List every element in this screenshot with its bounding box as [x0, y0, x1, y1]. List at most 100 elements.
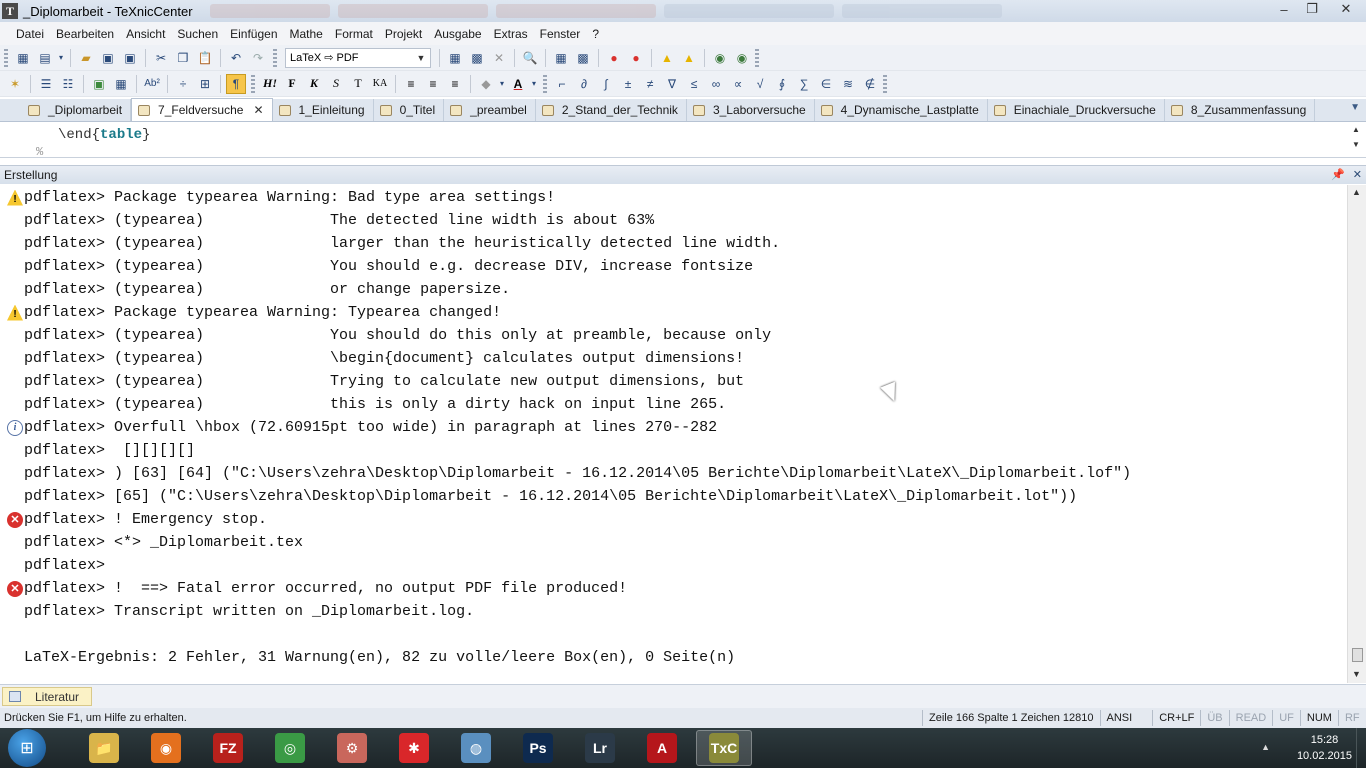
output-line[interactable]: ✕ pdflatex> ! Emergency stop. — [0, 508, 267, 531]
output-line[interactable]: pdflatex> (typearea) The detected line w… — [0, 209, 654, 232]
taskbar-app-chrome[interactable]: ◎ — [262, 730, 318, 766]
previous-box-icon[interactable]: ◉ — [710, 48, 730, 68]
output-line[interactable]: pdflatex> [][][][] — [0, 439, 195, 462]
math-symbol-icon[interactable]: ∈ — [816, 74, 836, 94]
tab-einachiale-druckversuche[interactable]: Einachiale_Druckversuche — [988, 99, 1165, 121]
menu-extras[interactable]: Extras — [488, 27, 534, 41]
menu-ausgabe[interactable]: Ausgabe — [428, 27, 487, 41]
output-profile-select[interactable]: LaTeX ⇨ PDF ▼ — [285, 47, 431, 68]
close-button[interactable]: ✕ — [1326, 0, 1366, 18]
menu-projekt[interactable]: Projekt — [379, 27, 428, 41]
save-all-icon[interactable]: ▣ — [120, 48, 140, 68]
scroll-up-icon[interactable]: ▲ — [1352, 187, 1361, 197]
math-symbol-icon[interactable]: ≋ — [838, 74, 858, 94]
superscript-icon[interactable]: Ab² — [142, 74, 162, 94]
toolbar-grip[interactable] — [4, 48, 8, 67]
taskbar-app-explorer[interactable]: 📁 — [76, 730, 132, 766]
math-symbol-icon[interactable]: ≠ — [640, 74, 660, 94]
stop-build-icon[interactable]: ✕ — [489, 48, 509, 68]
build-all-icon[interactable]: ▩ — [467, 48, 487, 68]
maximize-button[interactable]: ❐ — [1298, 0, 1326, 18]
math-symbol-icon[interactable]: √ — [750, 74, 770, 94]
output-line[interactable]: LaTeX-Ergebnis: 2 Fehler, 31 Warnung(en)… — [0, 646, 735, 669]
new-project-icon[interactable]: ▦ — [13, 48, 33, 68]
matrix-icon[interactable]: ⊞ — [195, 74, 215, 94]
scroll-thumb[interactable] — [1352, 648, 1363, 662]
math-symbol-icon[interactable]: ∇ — [662, 74, 682, 94]
editor-pane[interactable]: \end{table} % ▲ ▼ — [0, 123, 1366, 159]
insert-table-icon[interactable]: ▦ — [111, 74, 131, 94]
bold-button[interactable]: F — [282, 74, 302, 94]
tab-list-icon[interactable]: ▼ — [1350, 102, 1360, 113]
align-right-icon[interactable]: ≡ — [445, 74, 465, 94]
taskbar-app-cd-burner[interactable]: ◍ — [448, 730, 504, 766]
output-line[interactable]: pdflatex> ) [63] [64] ("C:\Users\zehra\D… — [0, 462, 1131, 485]
math-symbol-icon[interactable]: ∑ — [794, 74, 814, 94]
output-line[interactable]: pdflatex> [65] ("C:\Users\zehra\Desktop\… — [0, 485, 1077, 508]
dropdown-arrow-icon[interactable]: ▾ — [530, 74, 538, 94]
fraction-icon[interactable]: ÷ — [173, 74, 193, 94]
previous-warning-icon[interactable]: ▲ — [657, 48, 677, 68]
italic-button[interactable]: K — [304, 74, 324, 94]
paste-icon[interactable]: 📋 — [195, 48, 215, 68]
tab-feldversuche[interactable]: 7_Feldversuche ✕ — [131, 98, 273, 121]
close-tab-icon[interactable]: ✕ — [253, 103, 263, 117]
align-center-icon[interactable]: ≡ — [423, 74, 443, 94]
build-view-icon[interactable]: ▦ — [551, 48, 571, 68]
menu-suchen[interactable]: Suchen — [171, 27, 224, 41]
output-line[interactable]: pdflatex> (typearea) Trying to calculate… — [0, 370, 744, 393]
scroll-down-icon[interactable]: ▼ — [1352, 669, 1361, 679]
tab-dynamische-lastplatte[interactable]: 4_Dynamische_Lastplatte — [815, 99, 988, 121]
taskbar-app-autocad[interactable]: A — [634, 730, 690, 766]
menu-ansicht[interactable]: Ansicht — [120, 27, 171, 41]
output-line[interactable]: pdflatex> <*> _Diplomarbeit.tex — [0, 531, 303, 554]
tab-laborversuche[interactable]: 3_Laborversuche — [687, 99, 815, 121]
font-color-icon[interactable]: A — [508, 74, 528, 94]
taskbar-app-firefox[interactable]: ◉ — [138, 730, 194, 766]
tab-preambel[interactable]: _preambel — [444, 99, 536, 121]
minimize-button[interactable]: – — [1270, 0, 1298, 18]
align-left-icon[interactable]: ≡ — [401, 74, 421, 94]
math-symbol-icon[interactable]: ∫ — [596, 74, 616, 94]
highlight-icon[interactable]: ◆ — [476, 74, 496, 94]
heading-button[interactable]: H! — [260, 74, 280, 94]
output-scrollbar[interactable]: ▲ ▼ — [1347, 185, 1366, 683]
tab-stand-der-technik[interactable]: 2_Stand_der_Technik — [536, 99, 687, 121]
dropdown-arrow-icon[interactable]: ▾ — [498, 74, 506, 94]
pin-icon[interactable]: 📌 — [1331, 168, 1345, 181]
toolbar-grip[interactable] — [755, 48, 759, 67]
tab-einleitung[interactable]: 1_Einleitung — [273, 99, 374, 121]
math-symbol-icon[interactable]: ∮ — [772, 74, 792, 94]
math-symbol-icon[interactable]: ∂ — [574, 74, 594, 94]
toolbar-grip[interactable] — [273, 48, 277, 67]
output-line[interactable]: pdflatex> (typearea) larger than the heu… — [0, 232, 780, 255]
math-symbol-icon[interactable]: ≤ — [684, 74, 704, 94]
clock[interactable]: 15:28 10.02.2015 — [1297, 732, 1352, 764]
tab-zusammenfassung[interactable]: 8_Zusammenfassung — [1165, 99, 1316, 121]
taskbar-app-paint-app[interactable]: ✱ — [386, 730, 442, 766]
tab-diplomarbeit[interactable]: _Diplomarbeit — [22, 99, 132, 121]
menu-fenster[interactable]: Fenster — [534, 27, 587, 41]
output-line[interactable]: ✕ pdflatex> ! ==> Fatal error occurred, n… — [0, 577, 627, 600]
toolbar-grip[interactable] — [543, 74, 547, 93]
math-symbol-icon[interactable]: ∉ — [860, 74, 880, 94]
save-icon[interactable]: ▣ — [98, 48, 118, 68]
build-output[interactable]: ! pdflatex> Package typearea Warning: Bad… — [0, 185, 1347, 683]
taskbar-app-lightroom[interactable]: Lr — [572, 730, 628, 766]
build-project-icon[interactable]: ▩ — [573, 48, 593, 68]
menu-einfuegen[interactable]: Einfügen — [224, 27, 283, 41]
toolbar-grip[interactable] — [251, 74, 255, 93]
output-line[interactable]: pdflatex> (typearea) \begin{document} ca… — [0, 347, 744, 370]
output-line[interactable]: pdflatex> (typearea) this is only a dirt… — [0, 393, 726, 416]
toolbar-grip[interactable] — [883, 74, 887, 93]
menu-format[interactable]: Format — [329, 27, 379, 41]
tab-literatur[interactable]: Literatur — [2, 687, 92, 706]
previous-error-icon[interactable]: ● — [604, 48, 624, 68]
math-symbol-icon[interactable]: ⌐ — [552, 74, 572, 94]
tray-expand-icon[interactable]: ▲ — [1261, 742, 1270, 752]
output-line[interactable]: pdflatex> (typearea) or change papersize… — [0, 278, 510, 301]
new-file-icon[interactable]: ▤ — [35, 48, 55, 68]
close-panel-icon[interactable]: ✕ — [1353, 168, 1362, 181]
taskbar-app-filezilla[interactable]: FZ — [200, 730, 256, 766]
wizard-icon[interactable]: ✶ — [5, 74, 25, 94]
